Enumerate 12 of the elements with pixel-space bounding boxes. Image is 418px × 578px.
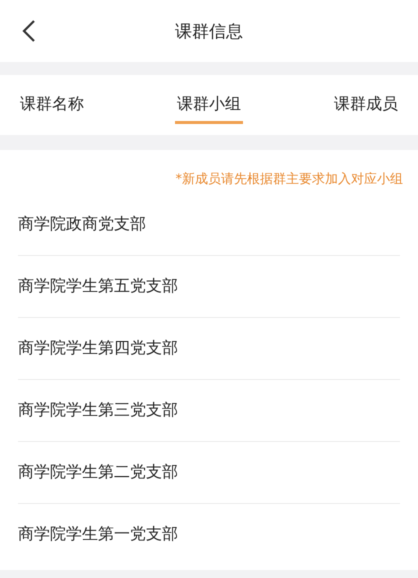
group-item[interactable]: 商学院学生第五党支部	[18, 256, 400, 318]
group-item[interactable]: 商学院学生第二党支部	[18, 442, 400, 504]
tab[interactable]: 课群小组	[175, 86, 243, 124]
tab[interactable]: 课群成员	[332, 86, 400, 124]
notice-text: *新成员请先根据群主要求加入对应小组	[174, 171, 403, 189]
group-item[interactable]: 商学院学生第一党支部	[18, 504, 400, 565]
group-item[interactable]: 商学院政商党支部	[18, 194, 400, 256]
tab[interactable]: 课群名称	[18, 86, 86, 124]
back-icon[interactable]	[22, 19, 36, 43]
group-item[interactable]: 商学院学生第四党支部	[18, 318, 400, 380]
page-title: 课群信息	[175, 20, 243, 42]
group-item[interactable]: 商学院学生第三党支部	[18, 380, 400, 442]
